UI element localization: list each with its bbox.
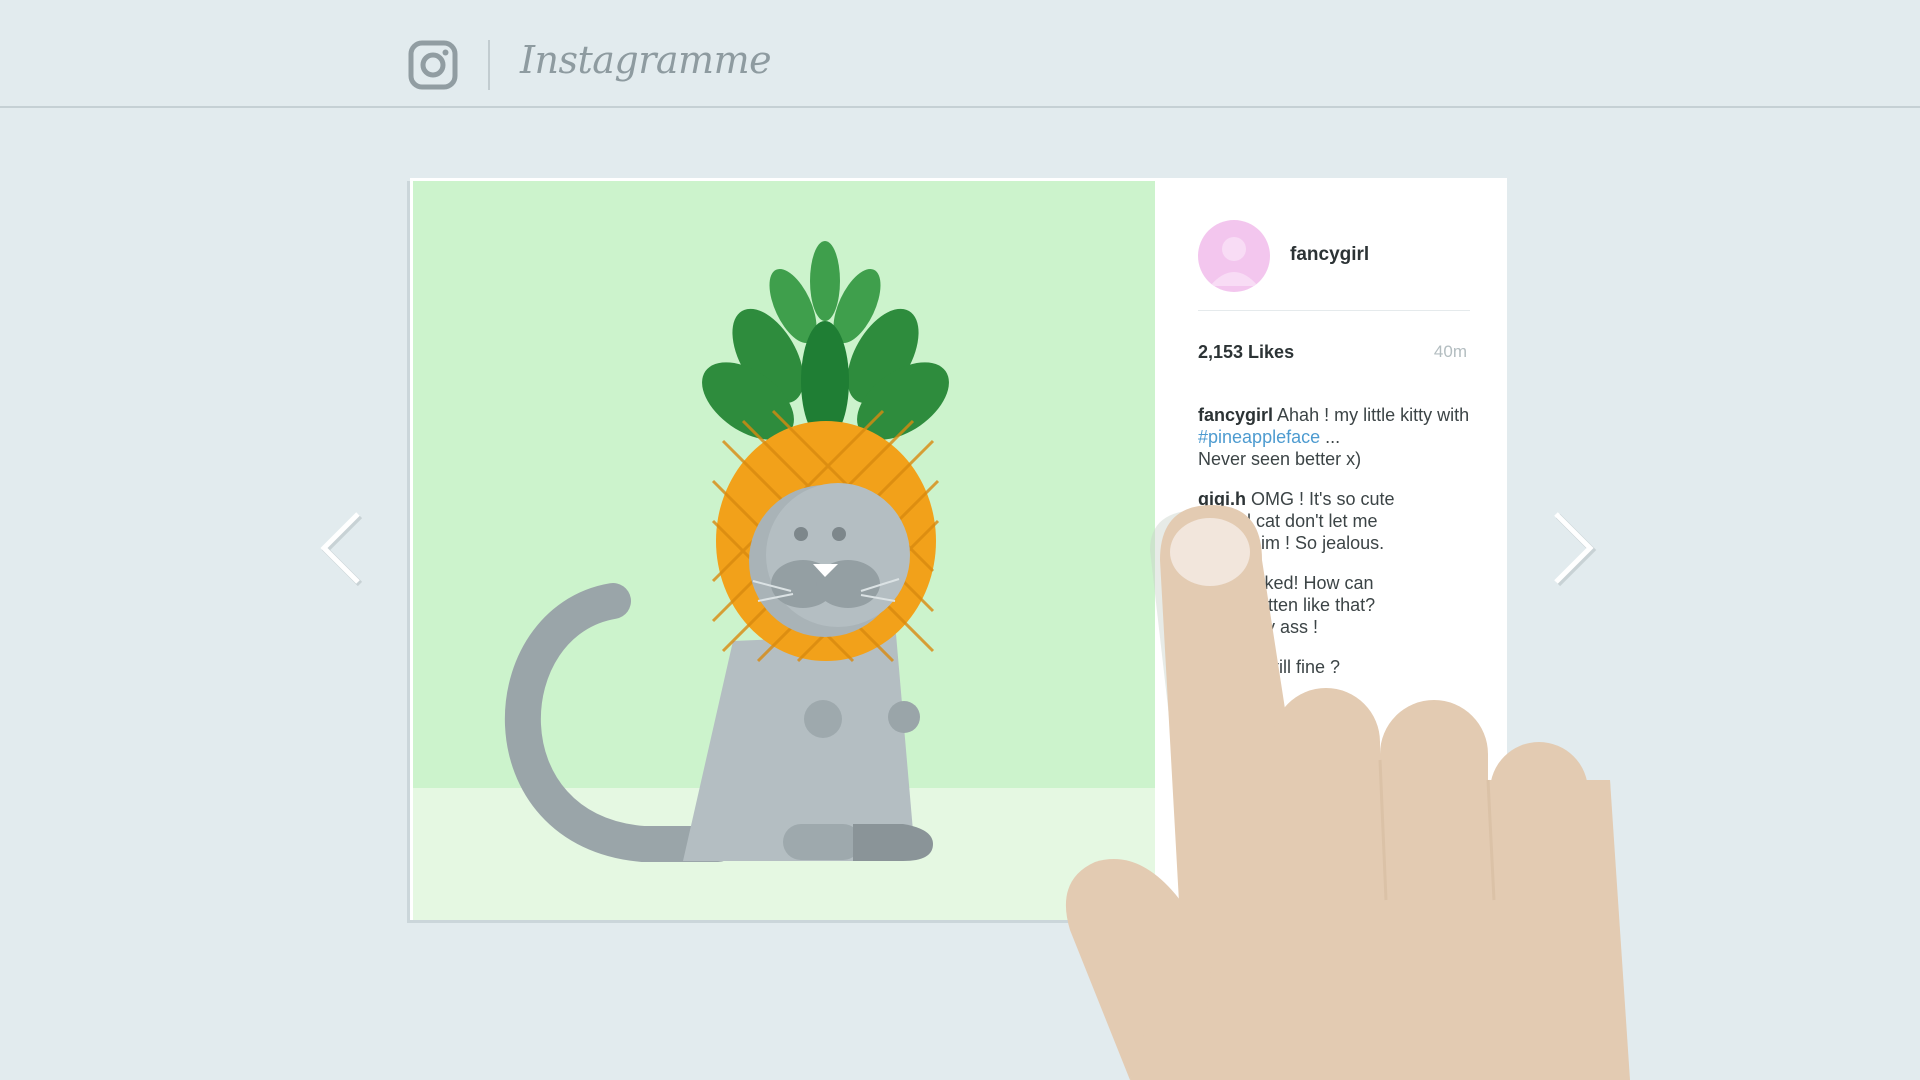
comment-text: I'm shocked! How can bbox=[1198, 573, 1374, 593]
comment-text: ! bbox=[1198, 657, 1209, 677]
post-timestamp: 40m bbox=[1433, 342, 1467, 361]
comment-text: ... bbox=[1320, 427, 1341, 447]
hashtag-link[interactable]: #pineappleface bbox=[1198, 427, 1320, 447]
post-details: fancygirl 2,153 Likes 40m fancygirl Ahah… bbox=[1156, 178, 1507, 920]
brand-name[interactable]: Instagramme bbox=[520, 38, 772, 82]
comment-author[interactable]: peuuf bbox=[1208, 657, 1257, 677]
comment-text: my ass ! bbox=[1246, 617, 1319, 637]
post-card: fancygirl 2,153 Likes 40m fancygirl Ahah… bbox=[410, 178, 1507, 920]
brand-divider bbox=[488, 40, 490, 90]
comment-author[interactable]: fancygirl bbox=[1198, 405, 1273, 425]
comment-text: him ! So jealous. bbox=[1246, 533, 1385, 553]
comment-item: fancygirl Ahah ! my little kitty with #p… bbox=[1198, 404, 1478, 470]
likes-count[interactable]: 2,153 Likes bbox=[1198, 342, 1294, 363]
top-bar: Instagramme bbox=[0, 0, 1920, 108]
comment-item: gigi.h OMG ! It's so cute ing old cat do… bbox=[1198, 488, 1478, 554]
hashtag-link[interactable]: leface bbox=[1198, 617, 1246, 637]
camera-icon[interactable] bbox=[408, 40, 458, 90]
comment-text: ing old cat don't let me bbox=[1198, 511, 1378, 531]
comment-text: xoxo bbox=[1198, 679, 1237, 699]
chevron-left-icon[interactable] bbox=[318, 510, 368, 590]
comment-item: ! peuuf Still fine ? xoxo bbox=[1198, 656, 1478, 700]
comment-text: OMG ! It's so cute bbox=[1246, 489, 1395, 509]
comment-item: I'm shocked! How can iliate a kitten lik… bbox=[1198, 572, 1478, 638]
avatar[interactable] bbox=[1198, 220, 1270, 292]
comment-list: fancygirl Ahah ! my little kitty with #p… bbox=[1198, 404, 1478, 718]
hashtag-link[interactable]: leface bbox=[1198, 533, 1246, 553]
cat-with-pineapple-head-icon bbox=[413, 181, 1155, 920]
user-avatar-icon bbox=[1210, 237, 1258, 286]
comment-text: kitten like that? bbox=[1250, 595, 1376, 615]
post-photo[interactable] bbox=[413, 181, 1155, 920]
comment-author[interactable]: gigi.h bbox=[1198, 489, 1246, 509]
divider bbox=[1198, 310, 1470, 311]
comment-text: Never seen better x) bbox=[1198, 449, 1362, 469]
chevron-right-icon[interactable] bbox=[1550, 510, 1600, 590]
author-username[interactable]: fancygirl bbox=[1290, 244, 1369, 266]
comment-text: iliate a bbox=[1198, 595, 1251, 615]
comment-text: Ahah ! my little kitty with bbox=[1273, 405, 1470, 425]
comment-text: Still fine ? bbox=[1257, 657, 1341, 677]
